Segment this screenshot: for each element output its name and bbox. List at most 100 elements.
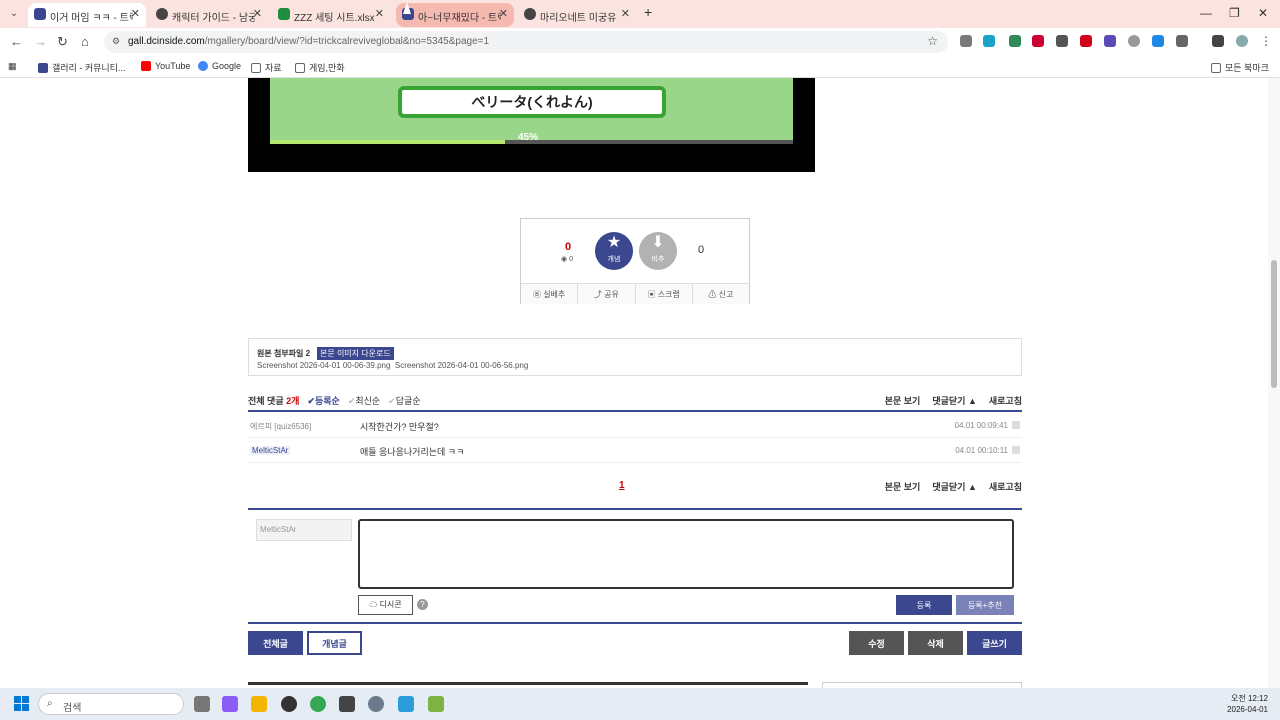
home-icon[interactable]: ⌂ xyxy=(81,34,89,49)
extension-icon[interactable] xyxy=(1056,35,1068,47)
task-view-icon[interactable] xyxy=(194,696,210,712)
new-tab-plus-icon[interactable]: + xyxy=(644,4,652,20)
dccon-button[interactable]: ☁ 디시콘 xyxy=(358,595,413,615)
tab-search-chevron-icon[interactable]: ⌄ xyxy=(6,6,22,22)
extension-icon[interactable] xyxy=(983,35,995,47)
comment-textarea[interactable] xyxy=(358,519,1014,589)
close-tab-icon[interactable]: ✕ xyxy=(253,7,262,20)
help-icon[interactable]: ? xyxy=(417,599,428,610)
attachment-link[interactable]: Screenshot 2026-04-01 00-06-56.png xyxy=(395,361,528,370)
minimize-icon[interactable]: — xyxy=(1200,6,1212,20)
post-actions: Ⓑ 실베추 ⤴ 공유 ▣ 스크랩 ⚠ 신고 xyxy=(521,283,749,304)
bookmark-star-icon[interactable]: ☆ xyxy=(927,34,938,48)
down-arrow-icon: ⬇ xyxy=(651,234,665,251)
url-path: /mgallery/board/view/?id=trickcalreviveg… xyxy=(204,36,490,47)
report-button[interactable]: ⚠ 신고 xyxy=(693,284,749,304)
system-clock[interactable]: 오전 12:12 2026-04-01 xyxy=(1227,693,1268,715)
share-button[interactable]: ⤴ 공유 xyxy=(578,284,636,304)
write-post-button[interactable]: 글쓰기 xyxy=(967,631,1022,655)
comment-page-1[interactable]: 1 xyxy=(619,480,625,491)
submit-comment-button[interactable]: 등록 xyxy=(896,595,952,615)
app-icon[interactable] xyxy=(281,696,297,712)
refresh-link[interactable]: 새로고침 xyxy=(989,394,1022,407)
back-arrow-icon[interactable]: ← xyxy=(10,34,23,49)
bookmark-item[interactable]: Google xyxy=(198,61,241,71)
bookmark-label: Google xyxy=(212,61,242,71)
delete-button[interactable]: 삭제 xyxy=(908,631,963,655)
puzzle-extensions-icon[interactable] xyxy=(1176,35,1188,47)
extension-icon[interactable] xyxy=(1104,35,1116,47)
bookmark-item[interactable]: 게임,만화 xyxy=(295,61,345,74)
delete-comment-icon[interactable] xyxy=(1012,421,1020,429)
file-explorer-icon[interactable] xyxy=(251,696,267,712)
sort-registered[interactable]: ✔등록순 xyxy=(307,394,339,407)
restore-icon[interactable]: ❐ xyxy=(1229,6,1240,20)
all-posts-button[interactable]: 전체글 xyxy=(248,631,303,655)
sort-replies[interactable]: ✔답글순 xyxy=(388,394,420,407)
close-tab-icon[interactable]: ✕ xyxy=(131,7,140,20)
refresh-link[interactable]: 새로고침 xyxy=(989,480,1022,493)
all-bookmarks[interactable]: 모든 북마크 xyxy=(1211,61,1269,74)
extension-icon[interactable] xyxy=(1080,35,1092,47)
edit-button[interactable]: 수정 xyxy=(849,631,904,655)
search-icon: ⌕ xyxy=(47,698,53,709)
forward-arrow-icon[interactable]: → xyxy=(34,34,47,49)
view-post-link[interactable]: 본문 보기 xyxy=(885,480,921,493)
comments-footer-links: 본문 보기 댓글닫기 ▲ 새로고침 xyxy=(885,480,1022,493)
taskbar-search[interactable]: ⌕ 검색 xyxy=(38,693,184,715)
extension-badge-icon[interactable] xyxy=(1032,35,1044,47)
attachment-link[interactable]: Screenshot 2026-04-01 00-06-39.png xyxy=(257,361,390,370)
windows-start-icon[interactable] xyxy=(14,696,30,712)
bookmark-item[interactable]: YouTube xyxy=(141,61,190,71)
bookmark-item[interactable]: 갤러리 - 커뮤니티... xyxy=(38,61,125,74)
more-menu-icon[interactable]: ⋮ xyxy=(1260,34,1272,48)
comment-nickname[interactable]: MelticStAr xyxy=(250,446,291,455)
scrollbar-thumb[interactable] xyxy=(1271,260,1277,388)
apps-grid-icon[interactable]: ▦ xyxy=(8,61,17,72)
folder-icon xyxy=(1211,62,1221,73)
concept-posts-button[interactable]: 개념글 xyxy=(307,631,362,655)
extension-badge-icon[interactable] xyxy=(1009,35,1021,47)
view-post-link[interactable]: 본문 보기 xyxy=(885,394,921,407)
omnibox[interactable]: ⚙ gall.dcinside.com/mgallery/board/view/… xyxy=(104,31,948,53)
app-icon[interactable] xyxy=(339,696,355,712)
chrome-icon[interactable] xyxy=(310,696,326,712)
comment-nickname[interactable]: 에르피 [quiz6536] xyxy=(250,421,311,432)
sort-latest[interactable]: ✔최신순 xyxy=(348,394,380,407)
downvote-label: 비추 xyxy=(651,256,665,263)
close-comments-link[interactable]: 댓글닫기 ▲ xyxy=(932,480,977,493)
page-scrollbar[interactable] xyxy=(1268,78,1280,688)
extension-icon[interactable] xyxy=(960,35,972,47)
close-comments-link[interactable]: 댓글닫기 ▲ xyxy=(932,394,977,407)
downvote-button[interactable]: ⬇ 비추 xyxy=(639,232,677,270)
downvote-count: 0 xyxy=(698,244,705,256)
tab-2[interactable]: ZZZ 세팅 시트.xlsx ✕ xyxy=(272,3,390,27)
close-tab-icon[interactable]: ✕ xyxy=(375,7,384,20)
copilot-icon[interactable] xyxy=(222,696,238,712)
bookmark-item[interactable]: 자료 xyxy=(251,61,282,74)
tab-1[interactable]: 캐릭터 가이드 - 남궁 ✕ xyxy=(150,3,268,27)
app-icon[interactable] xyxy=(398,696,414,712)
board-buttons: 전체글 개념글 수정 삭제 글쓰기 xyxy=(248,631,1022,655)
close-tab-icon[interactable]: ✕ xyxy=(621,7,630,20)
extension-icon[interactable] xyxy=(1152,35,1164,47)
upvote-button[interactable]: ★ 개념 xyxy=(595,232,633,270)
settings-gear-icon[interactable] xyxy=(368,696,384,712)
extension-icon[interactable] xyxy=(1128,35,1140,47)
scrap-button[interactable]: ▣ 스크랩 xyxy=(636,284,693,304)
download-icon[interactable] xyxy=(1212,35,1224,47)
profile-avatar-icon[interactable] xyxy=(1236,35,1248,47)
submit-recommend-button[interactable]: 등록+추천 xyxy=(956,595,1014,615)
site-info-icon[interactable]: ⚙ xyxy=(112,36,120,47)
tab-3[interactable]: 아~너무재밌다 - 트릭컬 ✕ xyxy=(396,3,514,27)
tab-0[interactable]: 이거 머임 ㅋㅋ - 트릭컬 ✕ xyxy=(28,3,146,27)
close-window-icon[interactable]: ✕ xyxy=(1258,6,1268,20)
reload-icon[interactable]: ↻ xyxy=(57,34,68,50)
nickname-field[interactable]: MelticStAr xyxy=(256,519,352,541)
tab-4[interactable]: 마리오네트 미궁유 ✕ xyxy=(518,3,636,27)
delete-comment-icon[interactable] xyxy=(1012,446,1020,454)
best-recommend-button[interactable]: Ⓑ 실베추 xyxy=(521,284,579,304)
app-icon[interactable] xyxy=(428,696,444,712)
close-tab-icon[interactable]: ✕ xyxy=(499,7,508,20)
download-images-button[interactable]: 본문 이미지 다운로드 xyxy=(317,347,394,360)
